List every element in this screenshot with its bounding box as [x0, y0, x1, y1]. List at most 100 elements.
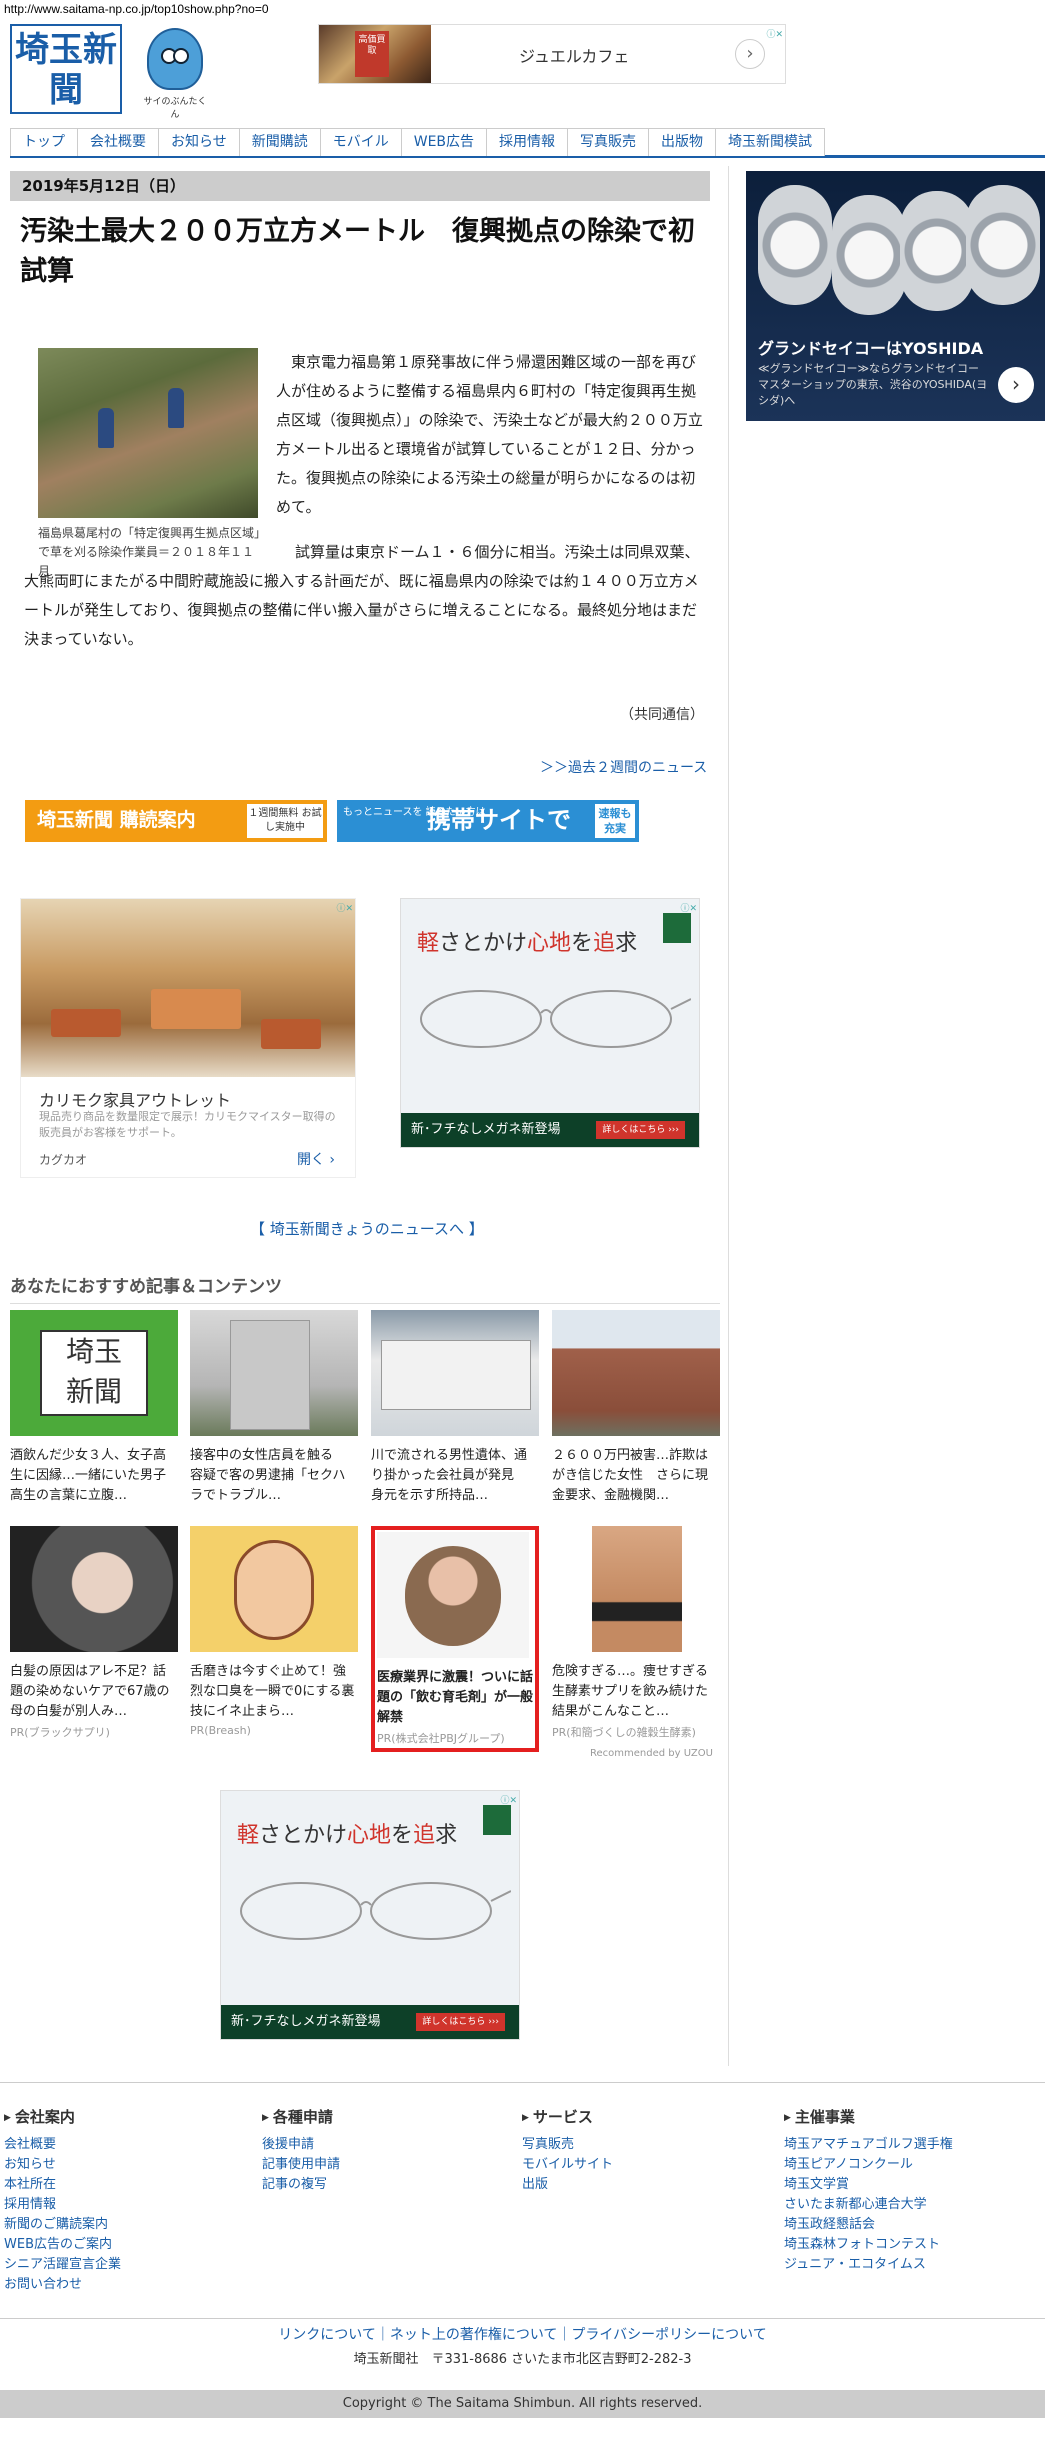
saitama-shimbun-logo[interactable]: 埼玉新聞 — [10, 24, 122, 114]
rec-sponsor: PR(Breash) — [190, 1724, 251, 1737]
glasses-ad[interactable]: ⓘ✕ 軽さとかけ心地を追求 詳しくはこちら ››› 新･フチなしメガネ新登場 — [400, 898, 700, 1148]
ad-title: グランドセイコーはYOSHIDA — [758, 339, 984, 358]
page-url: http://www.saitama-np.co.jp/top10show.ph… — [4, 2, 269, 16]
nav-item-recruit[interactable]: 採用情報 — [486, 128, 569, 156]
nav-item-web-ad[interactable]: WEB広告 — [400, 128, 488, 156]
rec-card[interactable]: 危険すぎる…。痩せすぎる生酵素サプリを飲み続けた結果がこんなこと… PR(和簡づ… — [552, 1526, 720, 1740]
footer-link[interactable]: 埼玉政経懇話会 — [784, 2215, 1024, 2235]
ad-description: ≪グランドセイコー≫ならグランドセイコーマスターショップの東京、渋谷のYOSHI… — [758, 362, 988, 407]
rec-text: 接客中の女性店員を触る 容疑で客の男逮捕「セクハラでトラブル… — [190, 1448, 347, 1503]
glasses-ad-bottom[interactable]: ⓘ✕ 軽さとかけ心地を追求 詳しくはこちら ››› 新･フチなしメガネ新登場 — [220, 1790, 520, 2040]
article-photo[interactable] — [38, 348, 258, 518]
mascot: サイのぶんたくん — [140, 28, 210, 120]
footer-link[interactable]: 出版 — [522, 2175, 762, 2195]
article-paragraph-1: 東京電力福島第１原発事故に伴う帰還困難区域の一部を再び人が住めるように整備する福… — [276, 353, 703, 516]
ad-image — [21, 899, 355, 1077]
worker-figure — [98, 408, 114, 448]
ad-headline: 軽さとかけ心地を追求 — [417, 931, 638, 956]
watch-icon — [758, 185, 832, 305]
rec-card[interactable]: 川で流される男性遺体、通り掛かった会社員が発見 身元を示す所持品… — [371, 1310, 539, 1506]
footer-heading: 会社案内 — [4, 2106, 244, 2127]
chevron-right-icon[interactable]: › — [998, 367, 1034, 403]
furniture-ad[interactable]: ⓘ✕ カリモク家具アウトレット 現品売り商品を数量限定で展示！カリモクマイスター… — [20, 898, 356, 1178]
footer-link[interactable]: 埼玉ピアノコンクール — [784, 2155, 1024, 2175]
footer-link[interactable]: シニア活躍宣言企業 — [4, 2255, 244, 2275]
footer-link[interactable]: 埼玉森林フォトコンテスト — [784, 2235, 1024, 2255]
footer-heading: 各種申請 — [262, 2106, 502, 2127]
ad-text: ジュエルカフェ — [519, 47, 630, 66]
footer-link[interactable]: お知らせ — [4, 2155, 244, 2175]
rec-sponsor: PR(和簡づくしの雑穀生酵素) — [552, 1726, 696, 1739]
footer-column-services: サービス 写真販売 モバイルサイト 出版 — [522, 2106, 762, 2195]
nav-item-top[interactable]: トップ — [10, 128, 78, 156]
footer-link[interactable]: お問い合わせ — [4, 2275, 244, 2295]
rec-card[interactable]: 埼玉 新聞 酒飲んだ少女３人、女子高生に因縁…一緒にいた男子高生の言葉に立腹… — [10, 1310, 178, 1506]
footer-link[interactable]: WEB広告のご案内 — [4, 2235, 244, 2255]
rec-thumbnail — [377, 1532, 529, 1658]
mobile-site-banner[interactable]: もっとニュースを 読みたい方は 携帯サイトで 速報も 充実 — [337, 800, 639, 842]
chevron-right-icon[interactable]: › — [735, 39, 765, 69]
mobile-banner-small: もっとニュースを 読みたい方は — [343, 807, 486, 818]
article-paragraph-2: 試算量は東京ドーム１・６個分に相当。汚染土は同県双葉、大熊両町にまたがる中間貯蔵… — [24, 543, 700, 648]
rec-thumbnail — [552, 1526, 720, 1652]
footer-link[interactable]: 写真販売 — [522, 2135, 762, 2155]
rec-card[interactable]: 舌磨きは今すぐ止めて！強烈な口臭を一瞬で0にする裏技にイネ止まら… PR(Bre… — [190, 1526, 358, 1737]
footer-legal-links[interactable]: リンクについて｜ネット上の著作権について｜プライバシーポリシーについて — [0, 2324, 1045, 2344]
watch-icon — [900, 191, 974, 311]
rec-text: 医療業界に激震！ついに話題の「飲む育毛剤」が一般解禁 — [377, 1670, 533, 1725]
article-credit: （共同通信） — [620, 707, 704, 723]
rec-card[interactable]: 白髪の原因はアレ不足？話題の染めないケアで67歳の母の白髪が別人み… PR(ブラ… — [10, 1526, 178, 1740]
footer-link[interactable]: 埼玉文学賞 — [784, 2175, 1024, 2195]
rec-text: ２６００万円被害…詐欺はがき信じた女性 さらに現金要求、金融機関… — [552, 1448, 709, 1503]
footer-link[interactable]: 後援申請 — [262, 2135, 502, 2155]
adchoices-icon[interactable]: ⓘ✕ — [336, 901, 353, 914]
rec-text: 酒飲んだ少女３人、女子高生に因縁…一緒にいた男子高生の言葉に立腹… — [10, 1448, 167, 1503]
footer-column-company: 会社案内 会社概要 お知らせ 本社所在 採用情報 新聞のご購読案内 WEB広告の… — [4, 2106, 244, 2295]
nav-item-company[interactable]: 会社概要 — [77, 128, 159, 156]
ad-headline: 軽さとかけ心地を追求 — [237, 1823, 458, 1848]
today-news-link[interactable]: 【 埼玉新聞きょうのニュースへ 】 — [250, 1218, 484, 1239]
adchoices-icon[interactable]: ⓘ✕ — [766, 27, 783, 40]
footer-link[interactable]: モバイルサイト — [522, 2155, 762, 2175]
footer-link[interactable]: さいたま新都心連合大学 — [784, 2195, 1024, 2215]
footer-link[interactable]: 埼玉アマチュアゴルフ選手権 — [784, 2135, 1024, 2155]
subscribe-banner[interactable]: 埼玉新聞 購読案内 １週間無料 お試し実施中 — [25, 800, 327, 842]
footer-link[interactable]: 新聞のご購読案内 — [4, 2215, 244, 2235]
nav-item-notice[interactable]: お知らせ — [158, 128, 240, 156]
article-headline: 汚染土最大２００万立方メートル 復興拠点の除染で初試算 — [20, 216, 695, 287]
footer-heading: 主催事業 — [784, 2106, 1024, 2127]
footer-link[interactable]: ジュニア・エコタイムス — [784, 2255, 1024, 2275]
ad-open-button[interactable]: 開く › — [297, 1149, 335, 1169]
ad-advertiser: カグカオ — [39, 1153, 88, 1167]
ad-details-button[interactable]: 詳しくはこちら ››› — [596, 1121, 685, 1139]
footer-link[interactable]: 会社概要 — [4, 2135, 244, 2155]
rec-card[interactable]: ２６００万円被害…詐欺はがき信じた女性 さらに現金要求、金融機関… — [552, 1310, 720, 1506]
ad-thumbnail: 高価買取 — [319, 25, 431, 83]
seiko-ad[interactable]: グランドセイコーはYOSHIDA ≪グランドセイコー≫ならグランドセイコーマスタ… — [746, 171, 1045, 421]
nav-item-photo[interactable]: 写真販売 — [567, 128, 650, 156]
ad-details-button[interactable]: 詳しくはこちら ››› — [416, 2013, 505, 2031]
footer-link[interactable]: 本社所在 — [4, 2175, 244, 2195]
ad-description: 現品売り商品を数量限定で展示！カリモクマイスター取得の販売員がお客様をサポート。 — [39, 1110, 336, 1139]
uzou-credit[interactable]: Recommended by UZOU — [590, 1748, 713, 1759]
past-news-link[interactable]: ＞＞過去２週間のニュース — [540, 757, 707, 777]
nav-item-mock-exam[interactable]: 埼玉新聞模試 — [715, 128, 826, 156]
footer-link[interactable]: 記事使用申請 — [262, 2155, 502, 2175]
nav-item-subscribe[interactable]: 新聞購読 — [238, 128, 321, 156]
footer-link[interactable]: 採用情報 — [4, 2195, 244, 2215]
glasses-icon — [240, 1882, 511, 1940]
ad-footer: 詳しくはこちら ››› 新･フチなしメガネ新登場 — [401, 1113, 699, 1147]
footer-address: 埼玉新聞社 〒331-8686 さいたま市北区吉野町2-282-3 — [353, 2352, 692, 2367]
rec-card[interactable]: 医療業界に激震！ついに話題の「飲む育毛剤」が一般解禁 PR(株式会社PBJグルー… — [371, 1526, 539, 1752]
rec-text: 川で流される男性遺体、通り掛かった会社員が発見 身元を示す所持品… — [371, 1448, 528, 1503]
watch-icon — [832, 195, 906, 315]
rec-card[interactable]: 接客中の女性店員を触る 容疑で客の男逮捕「セクハラでトラブル… — [190, 1310, 358, 1506]
footer-link[interactable]: 記事の複写 — [262, 2175, 502, 2195]
footer-column-applications: 各種申請 後援申請 記事使用申請 記事の複写 — [262, 2106, 502, 2195]
rec-thumbnail — [190, 1310, 358, 1436]
top-banner-ad[interactable]: 高価買取 ジュエルカフェ › ⓘ✕ — [318, 24, 786, 84]
nav-item-mobile[interactable]: モバイル — [319, 128, 402, 156]
nav-item-publication[interactable]: 出版物 — [648, 128, 717, 156]
brand-logo-icon — [483, 1805, 511, 1835]
footer-heading: サービス — [522, 2106, 762, 2127]
